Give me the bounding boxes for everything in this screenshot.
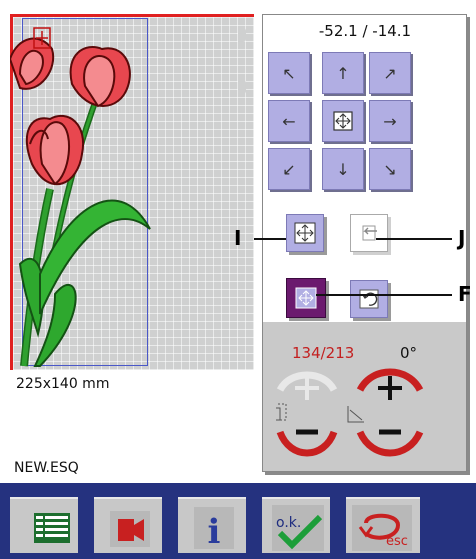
move-up-left-button[interactable]: ↖ [268,52,310,94]
svg-text:i: i [208,512,221,549]
svg-text:esc: esc [386,534,408,549]
list-icon [34,513,70,543]
tulip-design[interactable] [10,14,190,370]
move-left-button[interactable]: ← [268,100,310,142]
callout-i: I [234,226,242,250]
rotate-mode-button[interactable] [350,280,388,318]
escape-button[interactable]: esc [346,497,420,553]
arrow-up-icon: ↑ [336,63,350,83]
scale-minus-button[interactable] [276,429,338,457]
rotate-value: 0° [400,344,418,362]
arrow-down-right-icon: ↘ [383,159,397,179]
rotate-icon [359,289,379,309]
arrow-down-icon: ↓ [336,159,350,179]
design-size-label: 225x140 mm [16,376,110,392]
arrow-right-icon: → [383,111,397,131]
video-help-button[interactable] [94,497,162,553]
scale-value: 134/213 [292,344,355,362]
camera-icon [110,511,150,547]
center-icon [333,111,353,131]
center-button[interactable] [322,100,364,142]
svg-text:o.k.: o.k. [276,515,301,531]
rotate-small-icon [347,406,364,423]
move-right-button[interactable]: → [369,100,411,142]
callout-f: F [458,282,472,306]
callout-j-line [376,238,452,240]
move-down-left-button[interactable]: ↙ [268,148,310,190]
move-down-right-button[interactable]: ↘ [369,148,411,190]
ok-check-icon: o.k. [272,505,324,551]
position-coordinates: -52.1 / -14.1 [318,22,412,40]
hoop-tab-bottom [238,80,246,94]
scale-icon [295,287,317,309]
callout-i-line [254,238,286,240]
escape-icon: esc [352,505,412,551]
pan-icon [294,222,316,244]
menu-list-button[interactable] [10,497,78,553]
arrow-up-left-icon: ↖ [282,63,296,83]
move-up-right-button[interactable]: ↗ [369,52,411,94]
arrow-down-left-icon: ↙ [282,159,296,179]
ok-button[interactable]: o.k. [262,497,330,553]
info-button[interactable]: i [178,497,246,553]
arrow-up-right-icon: ↗ [383,63,397,83]
move-down-button[interactable]: ↓ [322,148,364,190]
scale-plus-button[interactable] [276,371,338,400]
pan-mode-button[interactable] [286,214,324,252]
file-name-label: NEW.ESQ [14,460,79,476]
mirror-icon [362,225,377,241]
arrow-left-icon: ← [282,111,296,131]
move-up-button[interactable]: ↑ [322,52,364,94]
rotate-minus-button[interactable] [356,429,424,457]
scale-small-icon [276,403,287,421]
rotate-plus-button[interactable] [356,368,424,400]
mirror-button[interactable] [350,214,388,252]
callout-f-line [316,294,452,296]
callout-j: J [458,226,466,250]
scale-mode-button[interactable] [286,278,326,318]
canvas-edge [254,14,257,370]
wheel-controls[interactable] [276,362,456,468]
info-icon: i [194,507,234,549]
hoop-tab-top [238,28,246,42]
